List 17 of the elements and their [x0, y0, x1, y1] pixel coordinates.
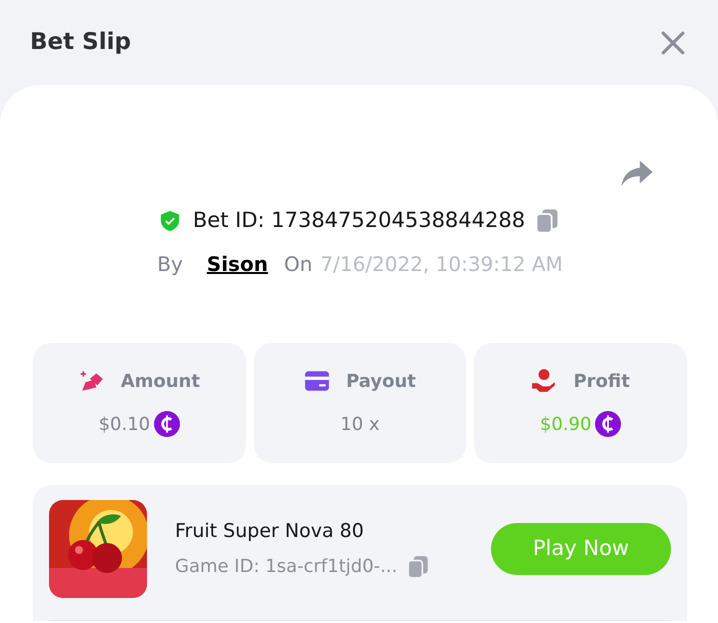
- stat-value: $0.10: [98, 412, 150, 436]
- game-title: Fruit Super Nova 80: [175, 518, 365, 544]
- by-label: By: [157, 250, 183, 278]
- stat-label: Amount: [120, 370, 200, 394]
- stat-label: Profit: [573, 370, 630, 394]
- user-link[interactable]: Sison: [206, 248, 268, 278]
- window-title: Bet Slip: [30, 28, 131, 58]
- game-id: Game ID: 1sa-crf1tjd0-...: [175, 555, 398, 580]
- close-button[interactable]: [660, 30, 686, 56]
- hand-coin-icon: [531, 368, 558, 394]
- stat-value: $0.90: [540, 412, 592, 436]
- close-icon: [660, 30, 686, 56]
- bet-id: Bet ID: 1738475204538844288: [192, 207, 526, 234]
- bet-date: 7/16/2022, 10:39:12 AM: [320, 250, 563, 278]
- stat-value: 10 x: [340, 412, 380, 436]
- stat-label: Payout: [346, 370, 416, 394]
- on-label: On: [284, 250, 312, 278]
